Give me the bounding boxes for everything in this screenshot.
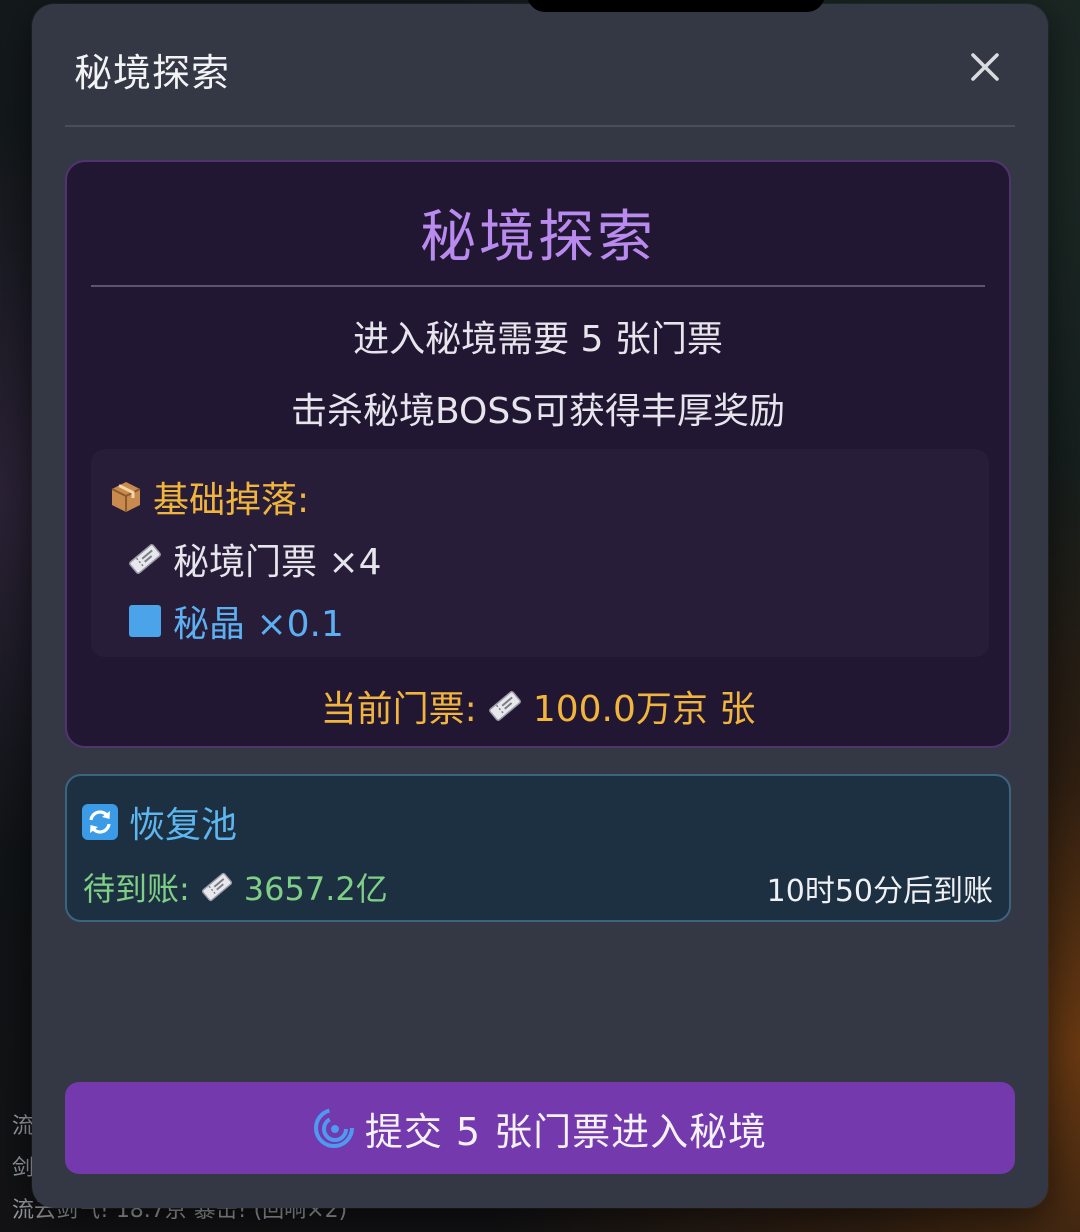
- card-divider: [91, 285, 985, 287]
- ticket-icon: [129, 544, 161, 574]
- current-tickets: 当前门票: 100.0万京 张: [67, 680, 1009, 732]
- pending-eta: 10时50分后到账: [766, 874, 993, 909]
- recovery-pool-title: 恢复池: [129, 805, 238, 846]
- pending-label: 待到账:: [83, 870, 190, 908]
- current-tickets-label: 当前门票:: [320, 689, 477, 730]
- crystal-square-icon: [129, 605, 161, 637]
- package-icon: [111, 482, 141, 512]
- ticket-icon: [488, 691, 521, 721]
- drop-item-crystal: 秘晶 ×0.1: [127, 595, 344, 647]
- recovery-pool-card: 恢复池 待到账: 3657.2亿 10时50分后到账: [65, 774, 1011, 922]
- modal-title: 秘境探索: [74, 51, 231, 95]
- reward-hint: 击杀秘境BOSS可获得丰厚奖励: [290, 391, 786, 432]
- close-button[interactable]: [962, 44, 1008, 90]
- submit-tickets-button[interactable]: 提交 5 张门票进入秘境: [65, 1082, 1015, 1174]
- current-tickets-value: 100.0万京 张: [532, 689, 756, 730]
- pending-value: 3657.2亿: [243, 870, 388, 908]
- refresh-icon: [82, 804, 118, 840]
- drop-item-label: 秘晶 ×0.1: [173, 604, 344, 645]
- ticket-requirement: 进入秘境需要 5 张门票: [353, 319, 723, 360]
- drop-item-ticket: 秘境门票 ×4: [127, 533, 382, 585]
- recovery-pool-heading: 恢复池: [81, 796, 237, 848]
- header-divider: [65, 125, 1015, 127]
- vortex-icon: [313, 1108, 354, 1148]
- device-notch: [527, 0, 825, 12]
- ticket-icon: [201, 872, 232, 902]
- secret-realm-modal: 秘境探索 秘境探索 进入秘境需要 5 张门票 击杀秘境BOSS可获得丰厚奖励 基…: [32, 4, 1048, 1208]
- submit-label: 提交 5 张门票进入秘境: [364, 1109, 768, 1154]
- pending-amount: 待到账: 3657.2亿: [83, 864, 388, 910]
- drops-title: 基础掉落:: [153, 480, 310, 521]
- secret-realm-card: 秘境探索 进入秘境需要 5 张门票 击杀秘境BOSS可获得丰厚奖励 基础掉落:: [65, 160, 1011, 748]
- close-icon: [971, 53, 999, 81]
- drop-item-label: 秘境门票 ×4: [173, 542, 382, 583]
- card-heading: 秘境探索: [420, 205, 656, 270]
- drops-panel: 基础掉落: 秘境门票 ×4 秘晶 ×0.1: [91, 449, 989, 657]
- drops-heading: 基础掉落:: [109, 471, 309, 523]
